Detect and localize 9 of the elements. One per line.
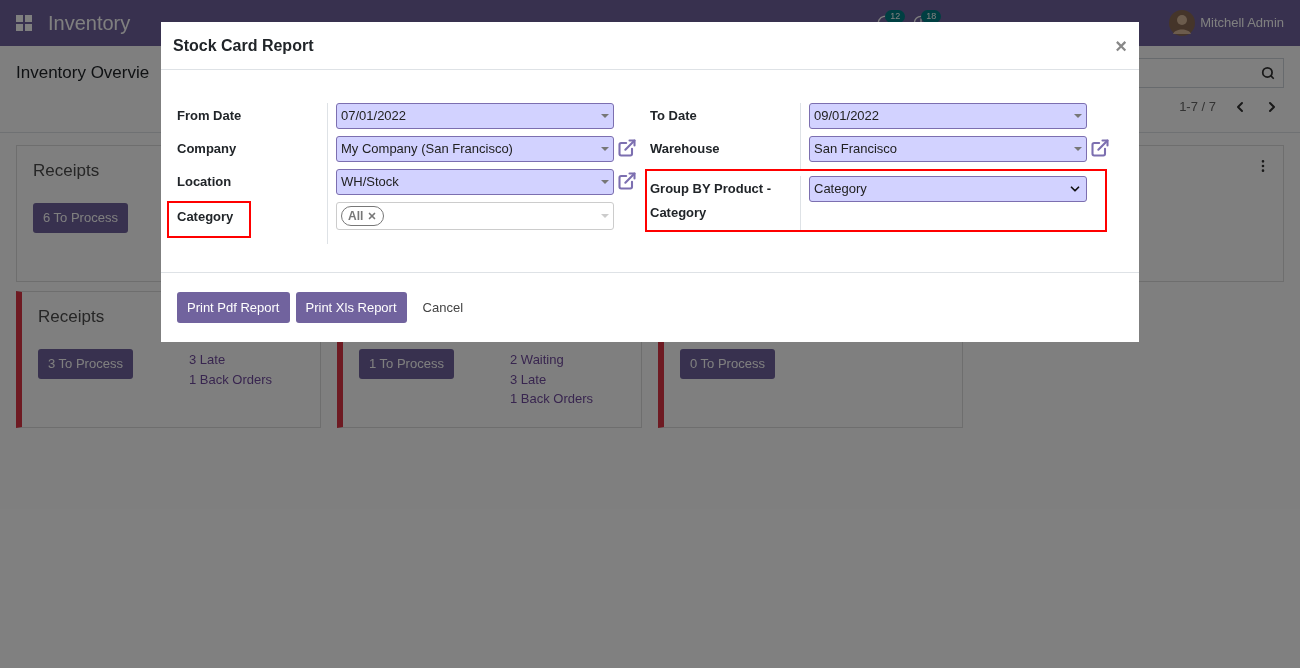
page-title: Inventory Overvie xyxy=(16,62,150,85)
field-label: Location xyxy=(177,174,232,189)
dialog-title: Stock Card Report xyxy=(173,35,314,56)
field-label: From Date xyxy=(177,108,242,123)
field-label: Company xyxy=(177,141,237,156)
field-label: Warehouse xyxy=(650,141,720,156)
field-label: Group BY Product - Category xyxy=(650,181,772,220)
field-label: Category xyxy=(177,209,234,224)
field-label: To Date xyxy=(650,108,697,123)
